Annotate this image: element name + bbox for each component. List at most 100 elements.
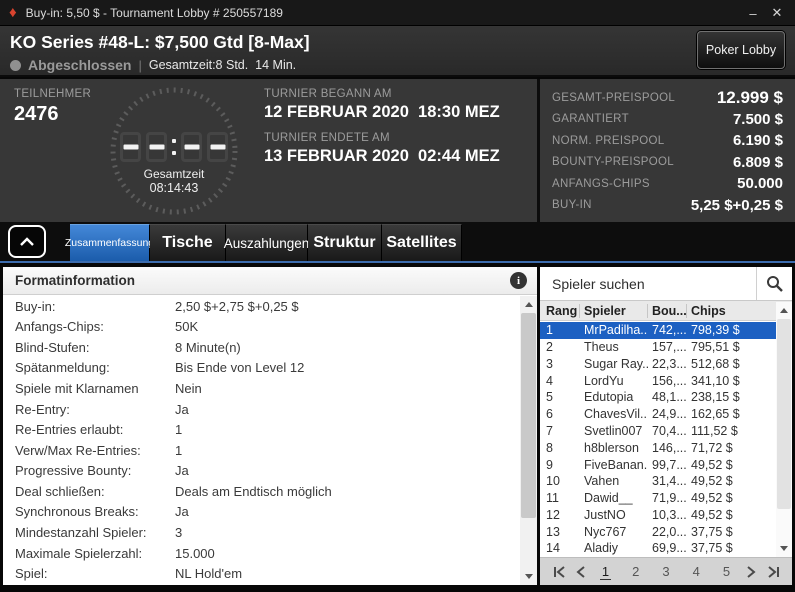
format-row-value: 1: [175, 422, 182, 437]
format-row: Re-Entry: Ja: [15, 399, 520, 420]
stat-row: GARANTIERT 7.500 $: [552, 109, 783, 131]
format-row-label: Synchronous Breaks:: [15, 504, 175, 519]
stat-label: BUY-IN: [552, 199, 592, 211]
page-number[interactable]: 5: [721, 564, 732, 580]
column-rank[interactable]: Rang: [540, 304, 580, 318]
format-row-value: 8 Minute(n): [175, 340, 241, 355]
table-row[interactable]: 1 MrPadilha... 742,... 798,39 $: [540, 322, 776, 339]
scroll-up-icon[interactable]: [520, 296, 537, 313]
player-rank: 11: [540, 491, 580, 505]
format-row-label: Maximale Spielerzahl:: [15, 546, 175, 561]
players-table-header: Rang Spieler Bou... Chips: [540, 301, 792, 321]
format-row-label: Progressive Bounty:: [15, 463, 175, 478]
minimize-button[interactable]: –: [741, 2, 765, 24]
page-number[interactable]: 1: [600, 564, 611, 580]
table-row[interactable]: 12 JustNO 10,3... 49,52 $: [540, 506, 776, 523]
scrollbar-thumb[interactable]: [777, 319, 791, 509]
lobby-header: KO Series #48-L: $7,500 Gtd [8-Max] Abge…: [0, 26, 795, 77]
players-list: 1 MrPadilha... 742,... 798,39 $ 2 Theus …: [540, 322, 776, 557]
player-rank: 9: [540, 458, 580, 472]
format-row-value: Ja: [175, 504, 189, 519]
table-row[interactable]: 9 FiveBanan... 99,7... 49,52 $: [540, 456, 776, 473]
player-bounty: 22,0...: [648, 525, 687, 539]
clock-digit: [120, 132, 141, 162]
prev-page-button[interactable]: [570, 561, 592, 583]
stat-value: 7.500 $: [733, 111, 783, 128]
table-row[interactable]: 3 Sugar Ray... 22,3... 512,68 $: [540, 356, 776, 373]
format-row: Spiel: NL Hold'em: [15, 563, 520, 584]
tournament-title: KO Series #48-L: $7,500 Gtd [8-Max]: [10, 32, 310, 53]
table-row[interactable]: 10 Vahen 31,4... 49,52 $: [540, 473, 776, 490]
player-chips: 71,72 $: [687, 441, 776, 455]
table-row[interactable]: 7 Svetlin007 70,4... 111,52 $: [540, 423, 776, 440]
format-row-value: Nein: [175, 381, 202, 396]
close-button[interactable]: ✕: [765, 2, 789, 24]
player-bounty: 99,7...: [648, 458, 687, 472]
page-number[interactable]: 4: [691, 564, 702, 580]
table-row[interactable]: 11 Dawid__ 71,9... 49,52 $: [540, 490, 776, 507]
format-scrollbar[interactable]: [520, 296, 537, 585]
tab-zusammenfassung[interactable]: Zusammenfassung: [70, 224, 150, 261]
players-scrollbar[interactable]: [776, 302, 792, 557]
scroll-down-icon[interactable]: [520, 568, 537, 585]
column-spieler[interactable]: Spieler: [580, 304, 648, 318]
column-bounty[interactable]: Bou...: [648, 304, 687, 318]
tab-struktur[interactable]: Struktur: [308, 224, 382, 261]
tab-auszahlungen[interactable]: Auszahlungen: [226, 224, 308, 261]
player-name: Aladiy: [580, 541, 648, 555]
scroll-up-icon[interactable]: [776, 302, 792, 319]
column-chips[interactable]: Chips: [687, 304, 776, 318]
info-divider: [537, 79, 540, 222]
last-page-button[interactable]: [762, 561, 784, 583]
player-chips: 49,52 $: [687, 458, 776, 472]
status-text: Abgeschlossen: [28, 57, 131, 73]
scrollbar-thumb[interactable]: [521, 313, 536, 518]
stat-label: NORM. PREISPOOL: [552, 135, 665, 147]
player-chips: 49,52 $: [687, 508, 776, 522]
tab-bar: Zusammenfassung Tische Auszahlungen Stru…: [0, 222, 795, 261]
format-row-label: Buy-in:: [15, 299, 175, 314]
table-row[interactable]: 13 Nyc767 22,0... 37,75 $: [540, 523, 776, 540]
format-row-value: 1: [175, 443, 182, 458]
tab-tische[interactable]: Tische: [150, 224, 226, 261]
table-row[interactable]: 14 Aladiy 69,9... 37,75 $: [540, 540, 776, 557]
table-row[interactable]: 8 h8blerson 146,... 71,72 $: [540, 439, 776, 456]
player-rank: 3: [540, 357, 580, 371]
format-row: Verw/Max Re-Entries: 1: [15, 440, 520, 461]
player-rank: 7: [540, 424, 580, 438]
player-bounty: 156,...: [648, 374, 687, 388]
format-row-label: Re-Entries erlaubt:: [15, 422, 175, 437]
format-row: Progressive Bounty: Ja: [15, 461, 520, 482]
next-page-button[interactable]: [740, 561, 762, 583]
format-row-label: Spiel:: [15, 566, 175, 581]
clock-colon: [172, 139, 176, 155]
format-row-label: Spiele mit Klarnamen: [15, 381, 175, 396]
end-date-value: 13 FEBRUAR 2020 02:44 MEZ: [264, 147, 500, 166]
player-chips: 37,75 $: [687, 541, 776, 555]
search-button[interactable]: [756, 267, 792, 300]
format-info-header: Formatinformation i: [3, 267, 537, 295]
page-number[interactable]: 2: [630, 564, 641, 580]
player-chips: 798,39 $: [687, 323, 776, 337]
format-row: Re-Entries erlaubt: 1: [15, 419, 520, 440]
tab-content: Formatinformation i Buy-in: 2,50 $+2,75 …: [0, 261, 795, 592]
table-row[interactable]: 4 LordYu 156,... 341,10 $: [540, 372, 776, 389]
player-bounty: 157,...: [648, 340, 687, 354]
table-row[interactable]: 2 Theus 157,... 795,51 $: [540, 339, 776, 356]
poker-lobby-button[interactable]: Poker Lobby: [697, 31, 785, 69]
scroll-down-icon[interactable]: [776, 540, 792, 557]
collapse-button[interactable]: [8, 225, 46, 258]
first-page-button[interactable]: [548, 561, 570, 583]
chevron-up-icon: [16, 234, 38, 250]
info-icon[interactable]: i: [510, 272, 527, 289]
table-row[interactable]: 5 Edutopia 48,1... 238,15 $: [540, 389, 776, 406]
status-line: Abgeschlossen | Gesamtzeit:8 Std. 14 Min…: [10, 57, 296, 73]
player-rank: 6: [540, 407, 580, 421]
player-name: Svetlin007: [580, 424, 648, 438]
page-number[interactable]: 3: [660, 564, 671, 580]
tab-satellites[interactable]: Satellites: [382, 224, 462, 261]
table-row[interactable]: 6 ChavesVil... 24,9... 162,65 $: [540, 406, 776, 423]
player-name: Edutopia: [580, 390, 648, 404]
player-rank: 14: [540, 541, 580, 555]
player-search-input[interactable]: [540, 267, 756, 300]
